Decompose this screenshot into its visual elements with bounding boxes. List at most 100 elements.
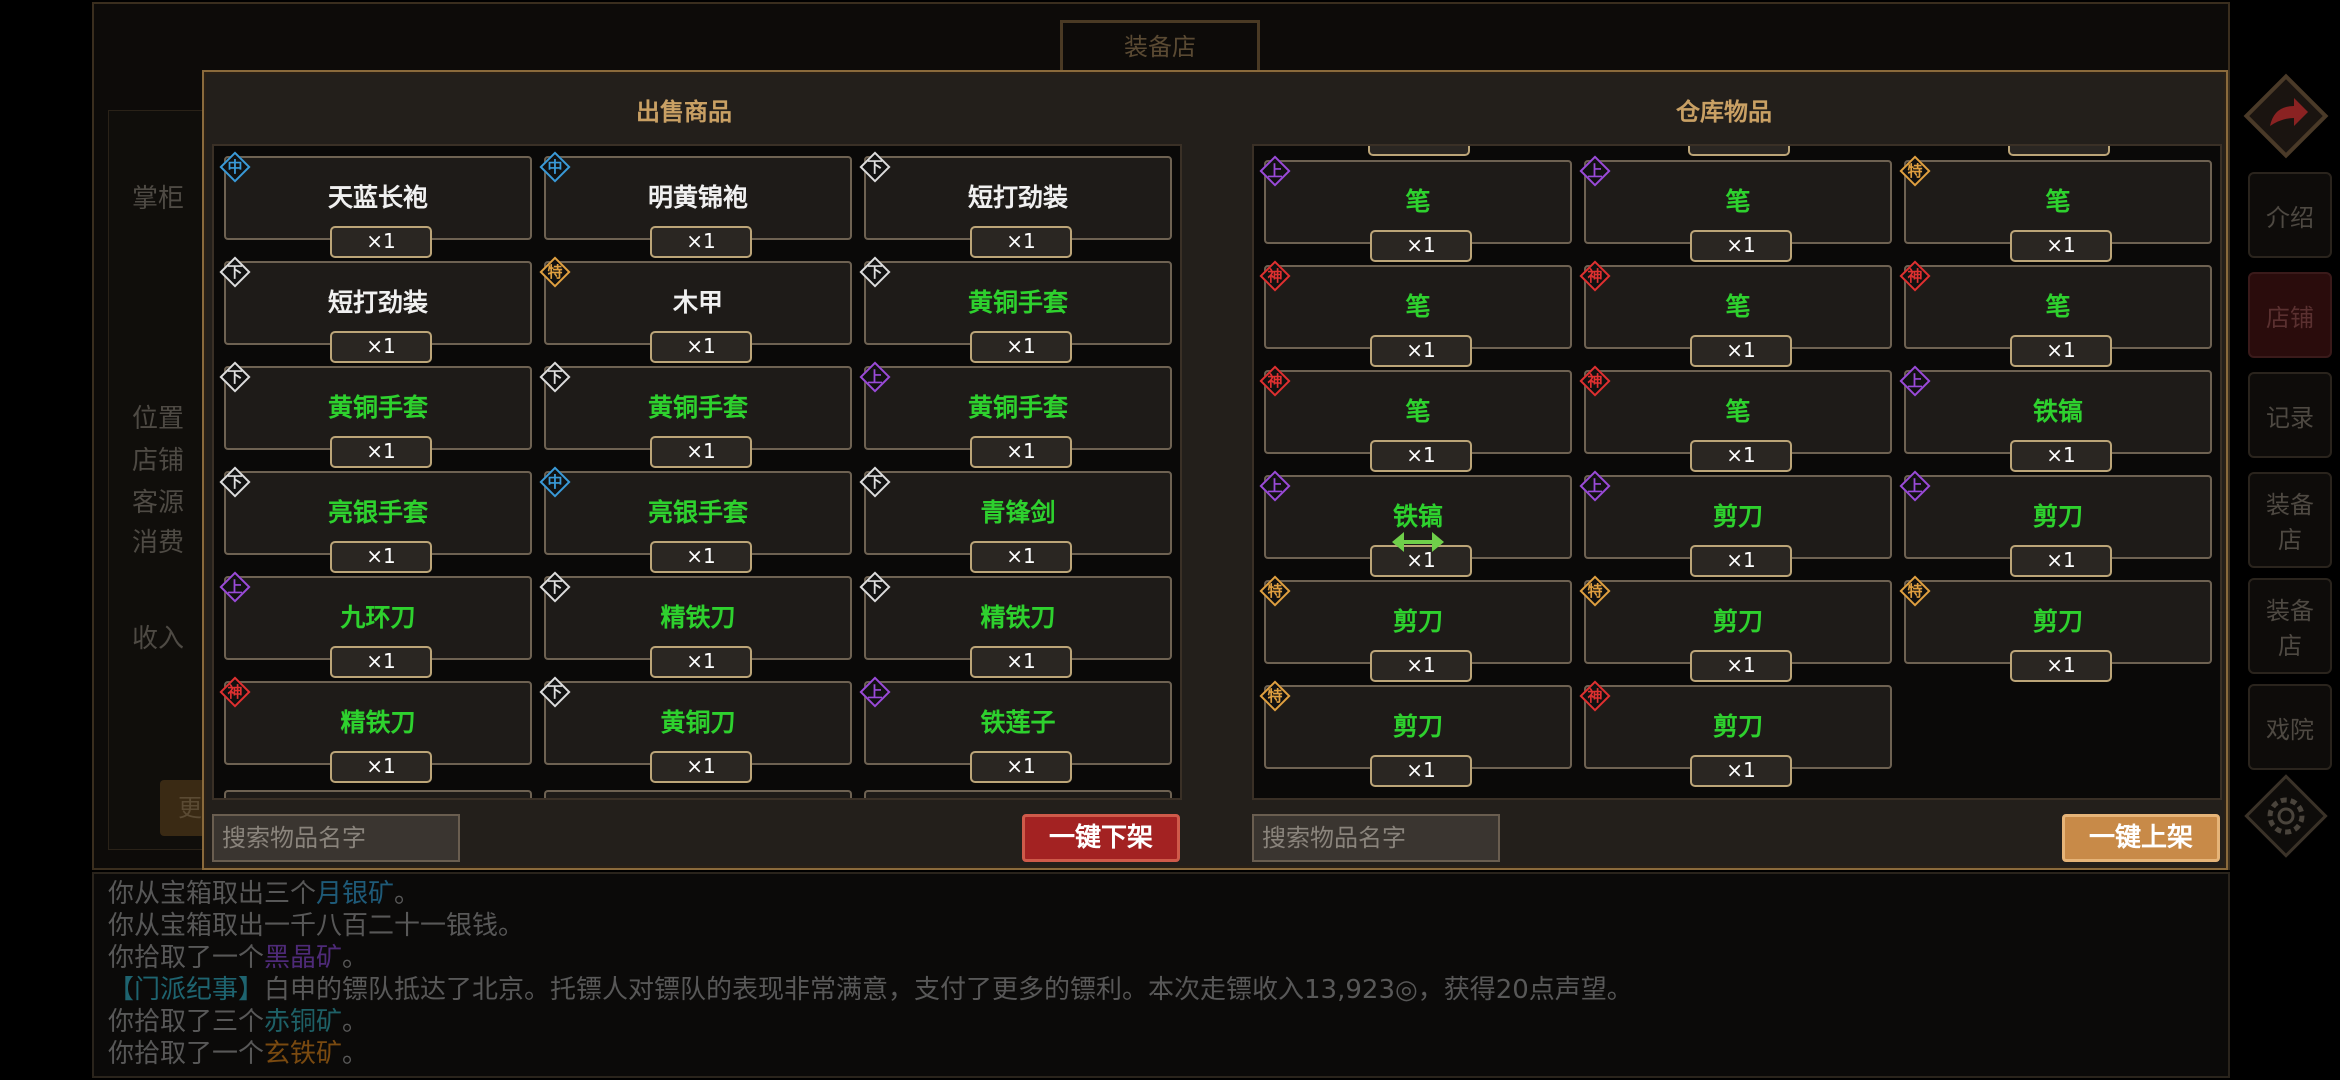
item-name: 黄铜刀 (660, 708, 736, 737)
item-quantity: ×1 (650, 436, 752, 468)
item-slot[interactable]: 中天蓝长袍 ×1 (219, 151, 532, 258)
log-text: ◎ (1395, 975, 1418, 1005)
bg-label-customers: 客源 (132, 488, 185, 518)
log-text: 你从宝箱取出三个 (108, 879, 317, 909)
item-slot[interactable]: 神笔 ×1 (1579, 365, 1892, 472)
item-slot[interactable]: 上黄铜手套 ×1 (859, 361, 1172, 468)
item-slot[interactable]: 特剪刀 ×1 (1259, 680, 1572, 787)
back-arrow-icon[interactable] (2242, 72, 2330, 160)
item-slot[interactable]: 神笔 ×1 (1579, 260, 1892, 367)
item-slot[interactable]: 中明黄锦袍 ×1 (539, 151, 852, 258)
item-slot[interactable]: 上九环刀 ×1 (219, 571, 532, 678)
sell-pane-title: 出售商品 (636, 97, 732, 126)
item-slot[interactable]: 上铁莲子 ×1 (859, 676, 1172, 783)
item-slot[interactable]: 下青锋剑 ×1 (859, 466, 1172, 573)
item-slot[interactable]: 上剪刀 ×1 (1899, 470, 2212, 577)
item-name: 亮银手套 (647, 498, 748, 527)
item-slot[interactable]: 神笔 ×1 (1259, 365, 1572, 472)
item-quantity: ×1 (650, 541, 752, 573)
item-slot[interactable]: 下黄铜手套 ×1 (539, 361, 852, 468)
item-name: 笔 (1405, 187, 1431, 216)
item-name: 短打劲装 (967, 183, 1068, 212)
item-name: 黄铜手套 (647, 393, 748, 422)
item-quantity: ×1 (1370, 335, 1472, 367)
item-slot[interactable]: 特剪刀 ×1 (1579, 575, 1892, 682)
item-slot[interactable]: 下短打劲装 ×1 (859, 151, 1172, 258)
log-line: 【门派纪事】白申的镖队抵达了北京。托镖人对镖队的表现非常满意，支付了更多的镖利。… (108, 974, 2214, 1006)
shop-title: 装备店 (1060, 20, 1260, 76)
item-name: 剪刀 (1392, 712, 1443, 741)
item-quantity: ×1 (1370, 230, 1472, 262)
nav-records[interactable]: 记录 (2248, 372, 2332, 458)
item-quantity: ×1 (1370, 440, 1472, 472)
item-quantity: ×1 (970, 436, 1072, 468)
item-slot[interactable]: 特木甲 ×1 (539, 256, 852, 363)
log-line: 你拾取了一个玄铁矿。 (108, 1038, 2214, 1070)
item-slot[interactable]: 下精铁刀 ×1 (539, 571, 852, 678)
store-search-input[interactable] (1252, 814, 1500, 862)
item-slot[interactable]: 上笔 ×1 (1579, 155, 1892, 262)
item-slot[interactable]: 特剪刀 ×1 (1259, 575, 1572, 682)
item-slot[interactable]: 特笔 ×1 (1899, 155, 2212, 262)
item-slot[interactable]: 中亮银手套 ×1 (539, 466, 852, 573)
item-quantity: ×1 (650, 331, 752, 363)
item-name: 黄铜手套 (967, 393, 1068, 422)
store-items-grid[interactable]: 上笔 ×1 上笔 ×1 特笔 ×1 神笔 ×1 神笔 ×1 神笔 ×1 神笔 ×1 神笔 ×1 上铁镐 ×1 上铁镐… (1252, 144, 2222, 800)
sell-search-input[interactable] (212, 814, 460, 862)
item-slot[interactable]: 下短打劲装 ×1 (219, 256, 532, 363)
item-slot[interactable]: 下精铁刀 ×1 (859, 571, 1172, 678)
item-quantity: ×1 (330, 541, 432, 573)
item-quantity: ×1 (650, 646, 752, 678)
item-name: 笔 (2045, 187, 2071, 216)
next-row-slot-edge (224, 790, 532, 798)
next-row-slot-edge (864, 790, 1172, 798)
item-slot[interactable]: 下黄铜手套 ×1 (859, 256, 1172, 363)
item-quantity: ×1 (2010, 650, 2112, 682)
nav-equipment-shop-1[interactable]: 装备店 (2248, 472, 2332, 568)
log-text: 白申的镖队抵达了北京。托镖人对镖队的表现非常满意，支付了更多的镖利。本次走镖收入… (264, 975, 1395, 1005)
item-slot[interactable]: 下黄铜手套 ×1 (219, 361, 532, 468)
item-name: 木甲 (672, 288, 723, 317)
item-quantity: ×1 (970, 226, 1072, 258)
bg-label-consumption: 消费 (132, 528, 185, 558)
item-slot[interactable]: 下黄铜刀 ×1 (539, 676, 852, 783)
bg-label-location: 位置 (132, 404, 185, 434)
item-quantity: ×1 (970, 646, 1072, 678)
item-quantity: ×1 (2010, 230, 2112, 262)
nav-theater[interactable]: 戏院 (2248, 684, 2332, 770)
item-quantity: ×1 (650, 226, 752, 258)
item-quantity: ×1 (1690, 650, 1792, 682)
nav-intro[interactable]: 介绍 (2248, 172, 2332, 258)
item-slot[interactable]: 特剪刀 ×1 (1899, 575, 2212, 682)
item-slot[interactable]: 神笔 ×1 (1259, 260, 1572, 367)
item-name: 精铁刀 (340, 708, 416, 737)
bg-label-income: 收入 (132, 624, 185, 654)
item-slot[interactable]: 神笔 ×1 (1899, 260, 2212, 367)
item-slot[interactable]: 上笔 ×1 (1259, 155, 1572, 262)
shop-listing-dialog: 出售商品 仓库物品 中天蓝长袍 ×1 中明黄锦袍 ×1 下短打劲装 ×1 下短打劲装 ×1 特木… (202, 70, 2228, 870)
item-quantity: ×1 (330, 436, 432, 468)
log-text: 。 (342, 1039, 369, 1069)
log-text: 赤铜矿 (264, 1007, 343, 1037)
list-all-button[interactable]: 一键上架 (2062, 814, 2220, 862)
item-slot[interactable]: 神精铁刀 ×1 (219, 676, 532, 783)
nav-shop[interactable]: 店铺 (2248, 272, 2332, 358)
item-slot[interactable]: 上铁镐 ×1 (1899, 365, 2212, 472)
unlist-all-button[interactable]: 一键下架 (1022, 814, 1180, 862)
item-quantity: ×1 (970, 751, 1072, 783)
item-name: 亮银手套 (327, 498, 428, 527)
log-text: 你从宝箱取出一千八百二十一银钱。 (108, 911, 525, 941)
settings-gear-icon[interactable] (2242, 772, 2330, 860)
item-slot[interactable]: 下亮银手套 ×1 (219, 466, 532, 573)
log-line: 你拾取了一个黑晶矿。 (108, 942, 2214, 974)
item-slot[interactable]: 上剪刀 ×1 (1579, 470, 1892, 577)
sell-items-grid[interactable]: 中天蓝长袍 ×1 中明黄锦袍 ×1 下短打劲装 ×1 下短打劲装 ×1 特木甲 ×1 下黄铜手套 ×1… (212, 144, 1182, 800)
item-slot[interactable]: 神剪刀 ×1 (1579, 680, 1892, 787)
scrolled-slot-edge (2008, 146, 2110, 156)
item-quantity: ×1 (970, 331, 1072, 363)
store-pane-title: 仓库物品 (1676, 97, 1772, 126)
item-name: 短打劲装 (327, 288, 428, 317)
nav-equipment-shop-2[interactable]: 装备店 (2248, 578, 2332, 674)
log-text: 黑晶矿 (264, 943, 343, 973)
log-text: 玄铁矿 (264, 1039, 343, 1069)
